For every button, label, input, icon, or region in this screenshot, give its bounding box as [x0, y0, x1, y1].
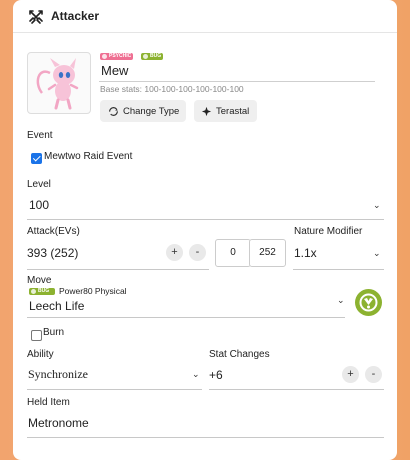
burn-label: Burn [43, 327, 65, 338]
level-select[interactable]: 100 [29, 198, 49, 212]
ability-select[interactable]: Synchronize [28, 367, 88, 382]
move-underline [27, 317, 345, 318]
panel-header: Attacker [13, 0, 397, 33]
event-checkbox[interactable] [31, 153, 42, 164]
ev-input[interactable]: 252 [249, 239, 286, 267]
attacker-panel: Attacker PSYCHIC BUG Mew Base stats: 100… [13, 0, 397, 460]
burn-checkbox[interactable] [31, 330, 42, 341]
event-label: Event [27, 130, 53, 141]
level-underline [27, 219, 384, 220]
nature-select[interactable]: 1.1x [294, 246, 317, 260]
chevron-down-icon: ⌄ [192, 369, 200, 379]
swap-icon [109, 106, 118, 116]
held-item-label: Held Item [27, 397, 70, 408]
type-badge-psychic: PSYCHIC [100, 53, 134, 60]
base-stats-text: Base stats: 100-100-100-100-100-100 [100, 84, 244, 94]
event-checkbox-label: Mewtwo Raid Event [44, 151, 133, 162]
stat-changes-underline [209, 389, 384, 390]
nature-label: Nature Modifier [294, 226, 363, 237]
ability-label: Ability [27, 349, 54, 360]
physical-category-icon[interactable] [355, 289, 382, 316]
attack-label: Attack(EVs) [27, 226, 80, 237]
chevron-down-icon: ⌄ [373, 200, 381, 210]
move-label: Move [27, 275, 52, 286]
held-item-underline [27, 437, 384, 438]
swords-icon [29, 10, 43, 24]
chevron-down-icon: ⌄ [337, 295, 345, 305]
psychic-type-icon [102, 54, 107, 59]
panel-title: Attacker [51, 9, 100, 23]
level-label: Level [27, 179, 51, 190]
pokemon-name-input[interactable]: Mew [101, 63, 128, 78]
attack-plus-button[interactable]: + [166, 244, 183, 261]
attack-underline [27, 269, 209, 270]
tera-star-icon [201, 106, 212, 116]
nature-underline [293, 269, 384, 270]
bug-type-icon [143, 54, 148, 59]
change-type-button[interactable]: Change Type [100, 100, 186, 122]
type-badge-bug: BUG [141, 53, 164, 60]
attack-minus-button[interactable]: - [189, 244, 206, 261]
attack-value: 393 (252) [27, 246, 79, 260]
pokemon-sprite [27, 52, 91, 114]
move-power-text: Power80 Physical [59, 286, 127, 296]
stat-minus-button[interactable]: - [365, 366, 382, 383]
held-item-select[interactable]: Metronome [28, 416, 89, 430]
stat-changes-label: Stat Changes [209, 349, 270, 360]
move-select[interactable]: Leech Life [29, 299, 84, 313]
chevron-down-icon: ⌄ [373, 248, 381, 258]
stat-changes-value: +6 [209, 368, 223, 382]
stat-plus-button[interactable]: + [342, 366, 359, 383]
bug-type-icon [31, 289, 36, 294]
iv-input[interactable]: 0 [215, 239, 251, 267]
pokemon-name-underline [99, 81, 375, 82]
terastal-button[interactable]: Terastal [194, 100, 257, 122]
ability-underline [27, 389, 202, 390]
move-type-badge: BUG [29, 288, 55, 295]
